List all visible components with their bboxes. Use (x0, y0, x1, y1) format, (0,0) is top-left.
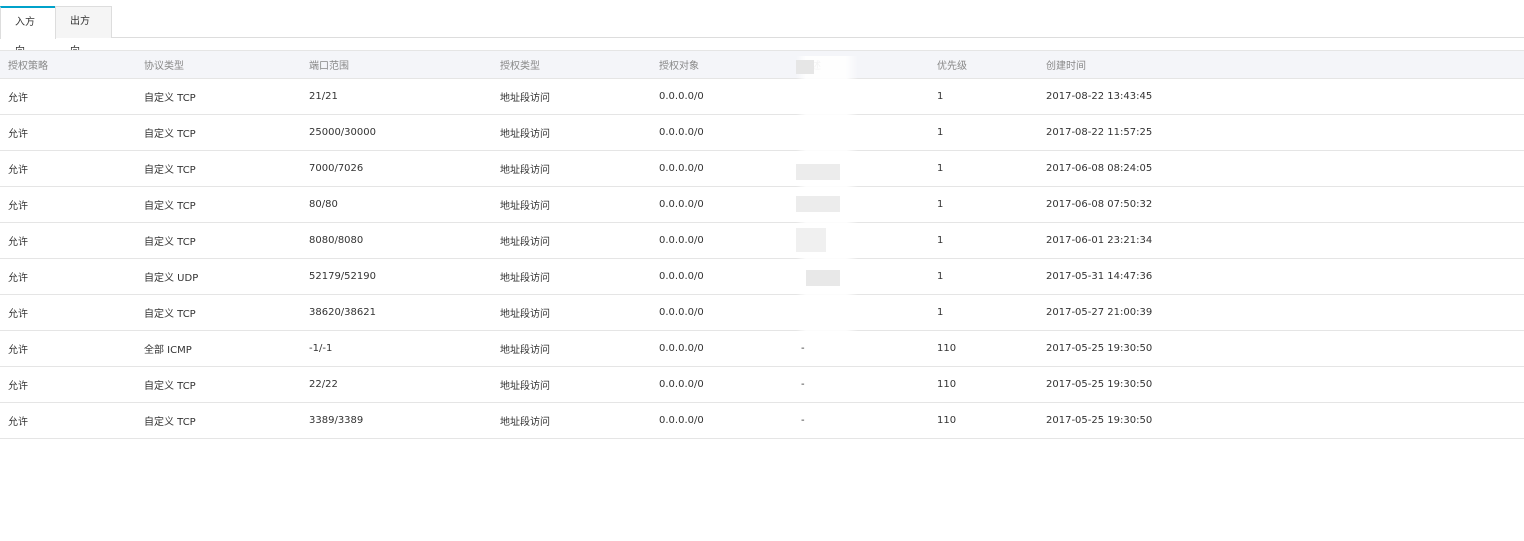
created-time-cell: 2017-05-31 14:47:36 (1046, 271, 1153, 282)
auth-object-cell: 0.0.0.0/0 (659, 307, 704, 318)
description-cell: - (801, 379, 805, 390)
priority-cell: 110 (937, 379, 957, 390)
protocol-cell: 自定义 TCP (144, 201, 196, 212)
auth-type-cell: 地址段访问 (500, 93, 550, 104)
port-range-cell: 52179/52190 (309, 271, 376, 282)
auth-type-cell: 地址段访问 (500, 237, 550, 248)
protocol-cell: 自定义 TCP (144, 309, 196, 320)
policy-cell: 允许 (8, 381, 28, 392)
auth-object-cell: 0.0.0.0/0 (659, 379, 704, 390)
auth-type-cell: 地址段访问 (500, 201, 550, 212)
protocol-cell: 全部 ICMP (144, 345, 192, 356)
policy-cell: 允许 (8, 129, 28, 140)
header-created-time: 创建时间 (1046, 61, 1086, 72)
header-policy: 授权策略 (8, 61, 48, 72)
header-port-range: 端口范围 (309, 61, 349, 72)
port-range-cell: 3389/3389 (309, 415, 364, 426)
policy-cell: 允许 (8, 93, 28, 104)
auth-object-cell: 0.0.0.0/0 (659, 127, 704, 138)
priority-cell: 1 (937, 91, 944, 102)
policy-cell: 允许 (8, 309, 28, 320)
tab-inbound[interactable]: 入方向 (0, 6, 56, 57)
created-time-cell: 2017-06-08 08:24:05 (1046, 163, 1153, 174)
table-row: 允许 自定义 UDP 52179/52190 地址段访问 0.0.0.0/0 1 2017-… (0, 259, 1524, 295)
auth-type-cell: 地址段访问 (500, 165, 550, 176)
created-time-cell: 2017-05-25 19:30:50 (1046, 379, 1153, 390)
created-time-cell: 2017-05-25 19:30:50 (1046, 343, 1153, 354)
priority-cell: 1 (937, 199, 944, 210)
priority-cell: 1 (937, 271, 944, 282)
table-row: 允许 自定义 TCP 22/22 地址段访问 0.0.0.0/0 - 110 2017-05-… (0, 367, 1524, 403)
created-time-cell: 2017-06-08 07:50:32 (1046, 199, 1153, 210)
priority-cell: 1 (937, 235, 944, 246)
table-row: 允许 自定义 TCP 7000/7026 地址段访问 0.0.0.0/0 1 2017-06… (0, 151, 1524, 187)
auth-type-cell: 地址段访问 (500, 309, 550, 320)
policy-cell: 允许 (8, 165, 28, 176)
created-time-cell: 2017-05-27 21:00:39 (1046, 307, 1153, 318)
priority-cell: 110 (937, 415, 957, 426)
port-range-cell: 7000/7026 (309, 163, 364, 174)
port-range-cell: 22/22 (309, 379, 338, 390)
protocol-cell: 自定义 TCP (144, 417, 196, 428)
security-rules-table: 授权策略 协议类型 端口范围 授权类型 授权对象 描述 优先级 创建时间 允许自… (0, 50, 1524, 439)
port-range-cell: 25000/30000 (309, 127, 376, 138)
table-row: 允许 自定义 TCP 21/21 地址段访问 0.0.0.0/0 1 2017-08-22 … (0, 79, 1524, 115)
policy-cell: 允许 (8, 273, 28, 284)
auth-type-cell: 地址段访问 (500, 345, 550, 356)
auth-object-cell: 0.0.0.0/0 (659, 271, 704, 282)
created-time-cell: 2017-08-22 11:57:25 (1046, 127, 1153, 138)
protocol-cell: 自定义 UDP (144, 273, 199, 284)
header-priority: 优先级 (937, 61, 967, 72)
header-auth-type: 授权类型 (500, 61, 540, 72)
auth-type-cell: 地址段访问 (500, 381, 550, 392)
port-range-cell: 21/21 (309, 91, 338, 102)
auth-object-cell: 0.0.0.0/0 (659, 415, 704, 426)
header-protocol: 协议类型 (144, 61, 184, 72)
table-header-row: 授权策略 协议类型 端口范围 授权类型 授权对象 描述 优先级 创建时间 (0, 51, 1524, 79)
policy-cell: 允许 (8, 237, 28, 248)
port-range-cell: 8080/8080 (309, 235, 364, 246)
tab-outbound[interactable]: 出方向 (55, 6, 112, 57)
description-cell: - (801, 343, 805, 354)
protocol-cell: 自定义 TCP (144, 93, 196, 104)
protocol-cell: 自定义 TCP (144, 237, 196, 248)
table-row: 允许 自定义 TCP 25000/30000 地址段访问 0.0.0.0/0 1 2017-… (0, 115, 1524, 151)
description-cell: - (801, 415, 805, 426)
direction-tabs: 入方向 出方向 (0, 6, 1524, 57)
port-range-cell: 80/80 (309, 199, 338, 210)
created-time-cell: 2017-05-25 19:30:50 (1046, 415, 1153, 426)
created-time-cell: 2017-06-01 23:21:34 (1046, 235, 1153, 246)
auth-object-cell: 0.0.0.0/0 (659, 343, 704, 354)
table-row: 允许 自定义 TCP 8080/8080 地址段访问 0.0.0.0/0 1 2017-06… (0, 223, 1524, 259)
priority-cell: 1 (937, 127, 944, 138)
protocol-cell: 自定义 TCP (144, 129, 196, 140)
auth-object-cell: 0.0.0.0/0 (659, 163, 704, 174)
protocol-cell: 自定义 TCP (144, 165, 196, 176)
auth-type-cell: 地址段访问 (500, 129, 550, 140)
header-auth-object: 授权对象 (659, 61, 699, 72)
policy-cell: 允许 (8, 345, 28, 356)
auth-type-cell: 地址段访问 (500, 417, 550, 428)
port-range-cell: -1/-1 (309, 343, 333, 354)
policy-cell: 允许 (8, 201, 28, 212)
auth-object-cell: 0.0.0.0/0 (659, 199, 704, 210)
auth-object-cell: 0.0.0.0/0 (659, 91, 704, 102)
auth-object-cell: 0.0.0.0/0 (659, 235, 704, 246)
priority-cell: 1 (937, 163, 944, 174)
table-row: 允许 全部 ICMP -1/-1 地址段访问 0.0.0.0/0 - 110 2017-05-… (0, 331, 1524, 367)
table-row: 允许 自定义 TCP 38620/38621 地址段访问 0.0.0.0/0 1 2017-… (0, 295, 1524, 331)
priority-cell: 1 (937, 307, 944, 318)
created-time-cell: 2017-08-22 13:43:45 (1046, 91, 1153, 102)
priority-cell: 110 (937, 343, 957, 354)
header-description: 描述 (801, 61, 821, 72)
table-row: 允许 自定义 TCP 3389/3389 地址段访问 0.0.0.0/0 - 110 2017… (0, 403, 1524, 439)
auth-type-cell: 地址段访问 (500, 273, 550, 284)
protocol-cell: 自定义 TCP (144, 381, 196, 392)
policy-cell: 允许 (8, 417, 28, 428)
port-range-cell: 38620/38621 (309, 307, 376, 318)
table-row: 允许 自定义 TCP 80/80 地址段访问 0.0.0.0/0 1 2017-06-08 … (0, 187, 1524, 223)
